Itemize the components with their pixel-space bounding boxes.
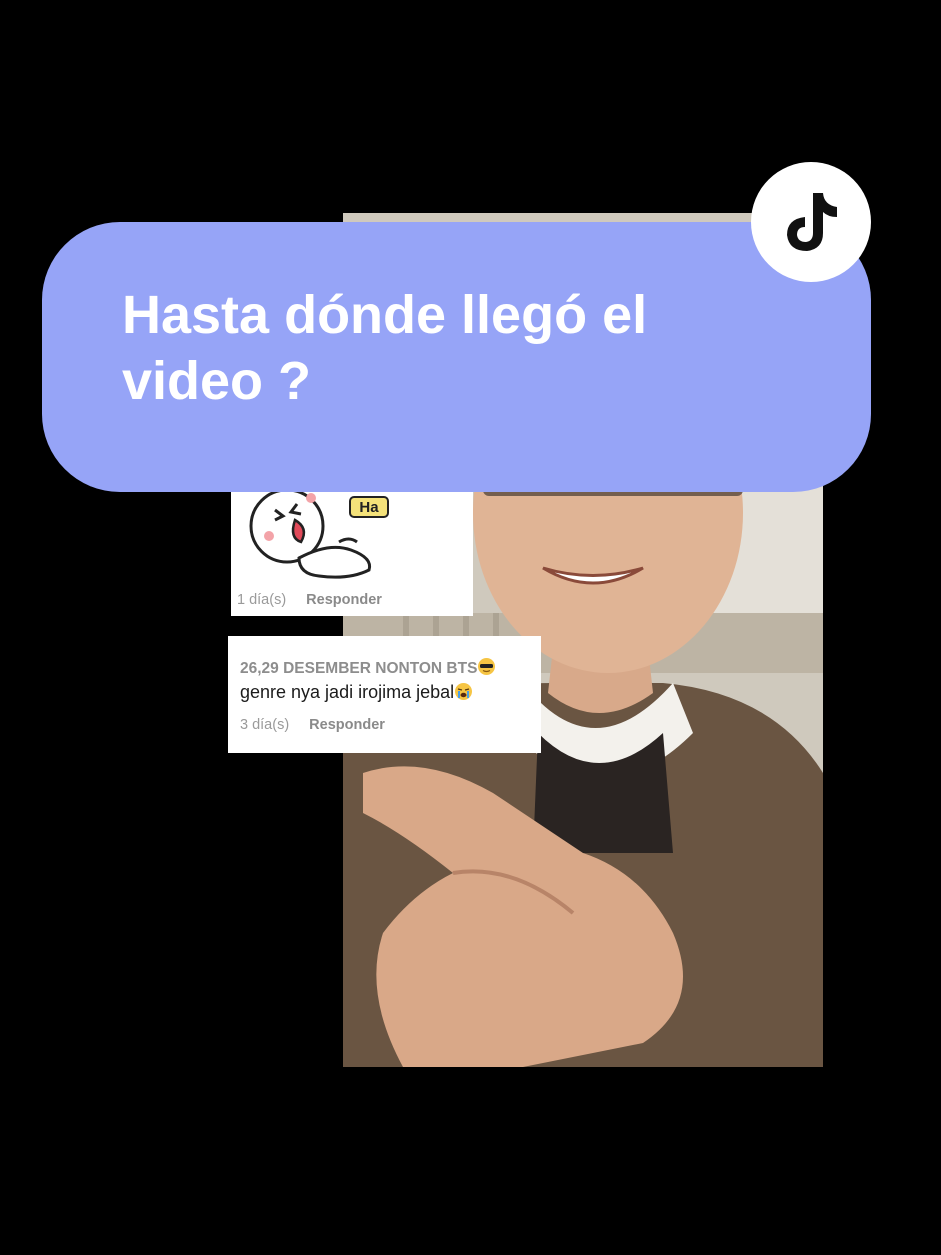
sunglasses-emoji-icon: [478, 658, 496, 675]
sticker-text: Ha: [359, 498, 379, 516]
comment-card-text: 26,29 DESEMBER NONTON BTS genre nya jadi…: [228, 636, 541, 753]
reply-button[interactable]: Responder: [306, 592, 382, 608]
crying-emoji-icon: [455, 683, 473, 700]
comment-meta-row: 3 día(s) Responder: [240, 717, 385, 733]
question-bubble: Hasta dónde llegó el video ?: [42, 222, 871, 492]
sticker-ha-label: Ha: [349, 496, 389, 518]
tiktok-badge[interactable]: [751, 162, 871, 282]
comment-text: genre nya jadi irojima jebal: [240, 682, 455, 702]
comment-text-row: genre nya jadi irojima jebal: [240, 680, 541, 704]
comment-username-row: 26,29 DESEMBER NONTON BTS: [240, 658, 541, 680]
reply-button[interactable]: Responder: [309, 717, 385, 733]
tiktok-logo-icon: [787, 193, 837, 251]
comment-time: 1 día(s): [237, 592, 287, 608]
comment-username[interactable]: 26,29 DESEMBER NONTON BTS: [240, 660, 477, 677]
question-text: Hasta dónde llegó el video ?: [122, 285, 648, 411]
comment-card-sticker: Ha 1 día(s) Responder: [231, 480, 473, 616]
comment-time: 3 día(s): [240, 717, 290, 733]
comment-meta-row: 1 día(s) Responder: [237, 592, 382, 608]
